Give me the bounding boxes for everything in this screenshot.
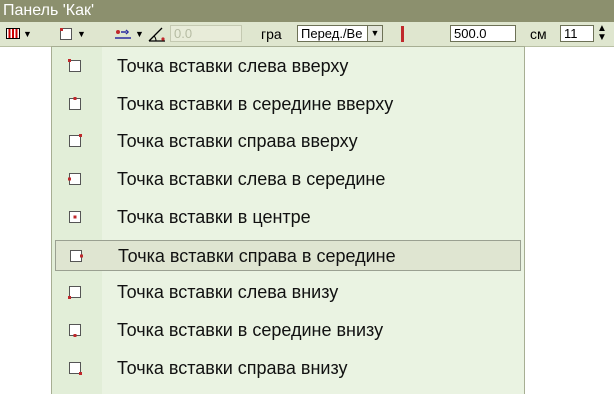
spinner-arrows-icon: ▲ ▼ bbox=[597, 23, 607, 43]
insert-point-top-right-icon bbox=[69, 134, 82, 148]
length-field[interactable]: 500.0 bbox=[450, 25, 516, 42]
menu-item-label: Точка вставки справа вверху bbox=[117, 131, 358, 152]
insert-point-center-icon bbox=[69, 210, 81, 223]
window-title: Панель 'Как' bbox=[0, 0, 614, 22]
insert-point-top-left-icon bbox=[68, 59, 81, 72]
color-swatch[interactable] bbox=[397, 26, 408, 42]
insert-point-bottom-left-icon bbox=[68, 286, 81, 300]
length-unit-label: см bbox=[530, 26, 547, 42]
toolbar: ▼ ▼ ▼ 0.0 гра Перед./Ве ▼ 500.0 см 11 ▲ ▼ bbox=[0, 22, 614, 47]
chevron-down-icon: ▼ bbox=[77, 29, 86, 39]
count-spinner[interactable]: ▲ ▼ bbox=[596, 23, 610, 43]
menu-item[interactable]: Точка вставки справа внизу bbox=[55, 353, 521, 384]
menu-item-label: Точка вставки в середине внизу bbox=[117, 319, 384, 340]
chevron-down-icon: ▼ bbox=[370, 28, 380, 38]
menu-item-label: Точка вставки в середине вверху bbox=[117, 93, 394, 114]
menu-item[interactable]: Точка вставки в центре bbox=[55, 202, 521, 233]
view-select-value: Перед./Ве bbox=[301, 26, 363, 41]
menu-item-label: Точка вставки слева в середине bbox=[117, 169, 386, 190]
menu-item-label: Точка вставки слева вверху bbox=[117, 56, 349, 76]
menu-item-label: Точка вставки в центре bbox=[117, 206, 311, 227]
menu-item[interactable]: Точка вставки в середине внизу bbox=[55, 315, 521, 346]
insert-point-bottom-right-icon bbox=[69, 361, 82, 375]
menu-item-label: Точка вставки слева внизу bbox=[117, 282, 339, 303]
chevron-down-icon: ▼ bbox=[135, 29, 144, 39]
anchor-icon bbox=[115, 29, 131, 39]
insert-point-top-left-icon bbox=[60, 28, 72, 40]
count-field[interactable]: 11 bbox=[560, 25, 594, 42]
layers-icon bbox=[6, 28, 20, 39]
menu-item[interactable]: Точка вставки слева в середине bbox=[55, 164, 521, 195]
insertion-point-menu: Точка вставки слева вверху Точка вставки … bbox=[51, 46, 525, 394]
chevron-down-icon: ▼ bbox=[23, 29, 32, 39]
insertion-point-dropdown-button[interactable]: ▼ bbox=[56, 22, 88, 46]
layers-dropdown-button[interactable]: ▼ bbox=[4, 22, 32, 46]
anchor-dropdown-button[interactable]: ▼ bbox=[112, 22, 146, 46]
menu-item-label: Точка вставки справа внизу bbox=[117, 357, 348, 378]
insert-point-middle-left-icon bbox=[68, 173, 81, 186]
menu-item[interactable]: Точка вставки справа вверху bbox=[55, 126, 521, 157]
menu-item[interactable]: Точка вставки справа в середине bbox=[55, 239, 521, 271]
color-swatch-fill bbox=[401, 26, 404, 42]
angle-unit-label: гра bbox=[261, 26, 282, 42]
menu-item[interactable]: Точка вставки слева вверху bbox=[55, 51, 521, 82]
view-select-dropdown-button[interactable]: ▼ bbox=[367, 25, 383, 42]
menu-item[interactable]: Точка вставки слева внизу bbox=[55, 277, 521, 308]
insert-point-middle-right-icon bbox=[70, 249, 83, 262]
menu-item-label: Точка вставки справа в середине bbox=[118, 245, 396, 266]
angle-field[interactable]: 0.0 bbox=[170, 25, 242, 42]
insert-point-top-center-icon bbox=[69, 96, 81, 110]
menu-item[interactable]: Точка вставки в середине вверху bbox=[55, 89, 521, 120]
angle-icon bbox=[148, 27, 165, 42]
insert-point-bottom-center-icon bbox=[69, 323, 81, 337]
